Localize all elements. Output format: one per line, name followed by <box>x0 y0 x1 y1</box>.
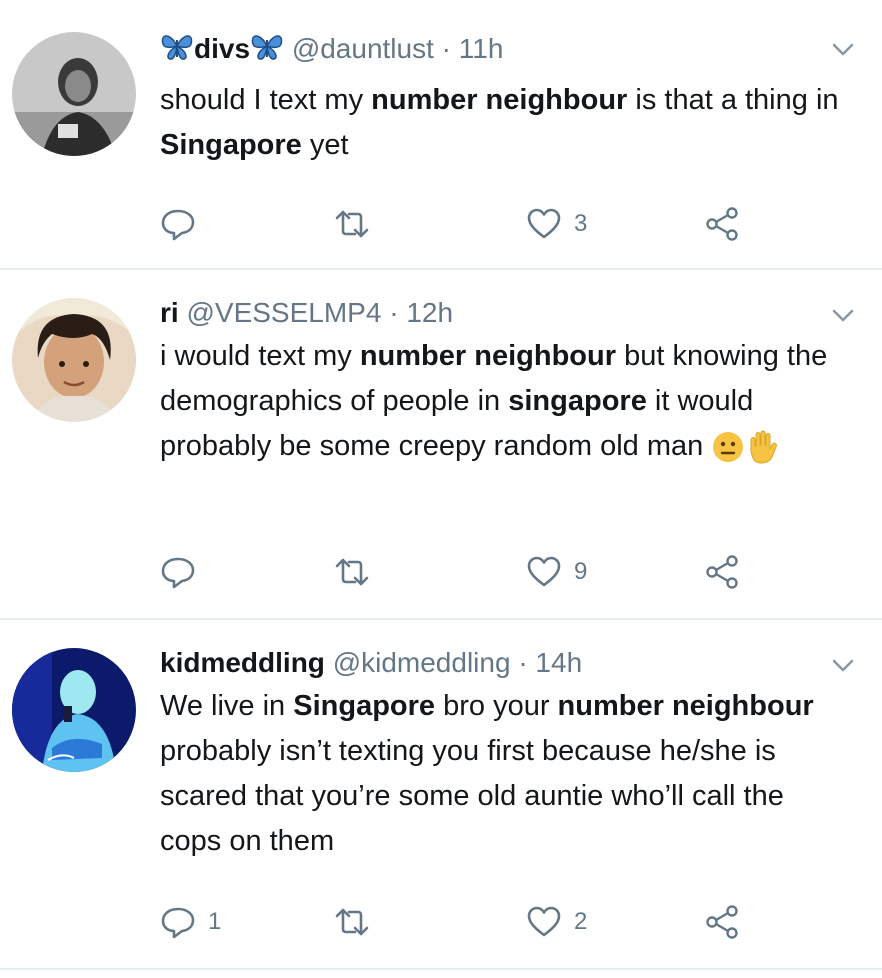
separator-dot: · <box>441 33 451 64</box>
user-handle[interactable]: @kidmeddling <box>333 647 511 678</box>
retweet-button[interactable] <box>334 202 382 246</box>
like-count: 3 <box>574 210 588 237</box>
separator-dot: · <box>518 647 528 678</box>
timestamp[interactable]: 11h <box>459 33 504 64</box>
reply-icon <box>161 209 195 241</box>
share-button[interactable] <box>704 900 740 944</box>
user-handle[interactable]: @dauntlust <box>292 33 434 64</box>
tweet[interactable]: ri @VESSELMP4 · 12h i would text my numb… <box>0 272 882 620</box>
tweet-actions: 9 <box>160 550 760 594</box>
retweet-button[interactable] <box>334 900 382 944</box>
tweet-actions: 3 <box>160 202 760 246</box>
retweet-icon <box>335 210 369 238</box>
tweet[interactable]: divs @dauntlust · 11h should I text my n… <box>0 0 882 270</box>
avatar[interactable] <box>12 32 136 156</box>
tweet-header: divs @dauntlust · 11h <box>160 32 503 66</box>
tweet-actions: 1 2 <box>160 900 760 944</box>
heart-icon <box>527 556 561 587</box>
retweet-icon <box>335 908 369 936</box>
timestamp[interactable]: 14h <box>535 647 582 678</box>
like-count: 9 <box>574 558 588 585</box>
tweet[interactable]: kidmeddling @kidmeddling · 14h We live i… <box>0 622 882 970</box>
display-name[interactable]: kidmeddling <box>160 647 325 678</box>
neutral-face-emoji <box>713 432 744 463</box>
like-button[interactable]: 3 <box>526 202 587 246</box>
chevron-down-icon[interactable] <box>830 652 856 678</box>
display-name[interactable]: divs <box>194 33 250 64</box>
butterfly-emoji <box>161 35 193 60</box>
tweet-text: We live in Singapore bro your number nei… <box>160 690 814 857</box>
reply-count: 1 <box>208 908 222 935</box>
avatar[interactable] <box>12 298 136 422</box>
like-button[interactable]: 9 <box>526 550 587 594</box>
retweet-button[interactable] <box>334 550 382 594</box>
display-name[interactable]: ri <box>160 297 179 328</box>
reply-icon <box>161 557 195 589</box>
tweet-header: kidmeddling @kidmeddling · 14h <box>160 646 582 680</box>
retweet-icon <box>335 558 369 586</box>
share-icon <box>706 555 738 589</box>
share-icon <box>706 905 738 939</box>
share-icon <box>706 207 738 241</box>
tweet-text: should I text my number neighbour is tha… <box>160 84 839 161</box>
timestamp[interactable]: 12h <box>406 297 453 328</box>
reply-button[interactable]: 1 <box>160 900 221 944</box>
like-button[interactable]: 2 <box>526 900 587 944</box>
heart-icon <box>527 906 561 937</box>
butterfly-emoji <box>251 35 283 60</box>
reply-button[interactable] <box>160 550 208 594</box>
share-button[interactable] <box>704 550 740 594</box>
reply-icon <box>161 907 195 939</box>
chevron-down-icon[interactable] <box>830 302 856 328</box>
like-count: 2 <box>574 908 588 935</box>
separator-dot: · <box>389 297 399 328</box>
user-handle[interactable]: @VESSELMP4 <box>186 297 381 328</box>
share-button[interactable] <box>704 202 740 246</box>
reply-button[interactable] <box>160 202 208 246</box>
tweet-text: i would text my number neighbour but kno… <box>160 334 850 469</box>
chevron-down-icon[interactable] <box>830 36 856 62</box>
raised-hand-emoji <box>750 430 778 464</box>
heart-icon <box>527 208 561 239</box>
tweet-header: ri @VESSELMP4 · 12h <box>160 296 453 330</box>
avatar[interactable] <box>12 648 136 772</box>
